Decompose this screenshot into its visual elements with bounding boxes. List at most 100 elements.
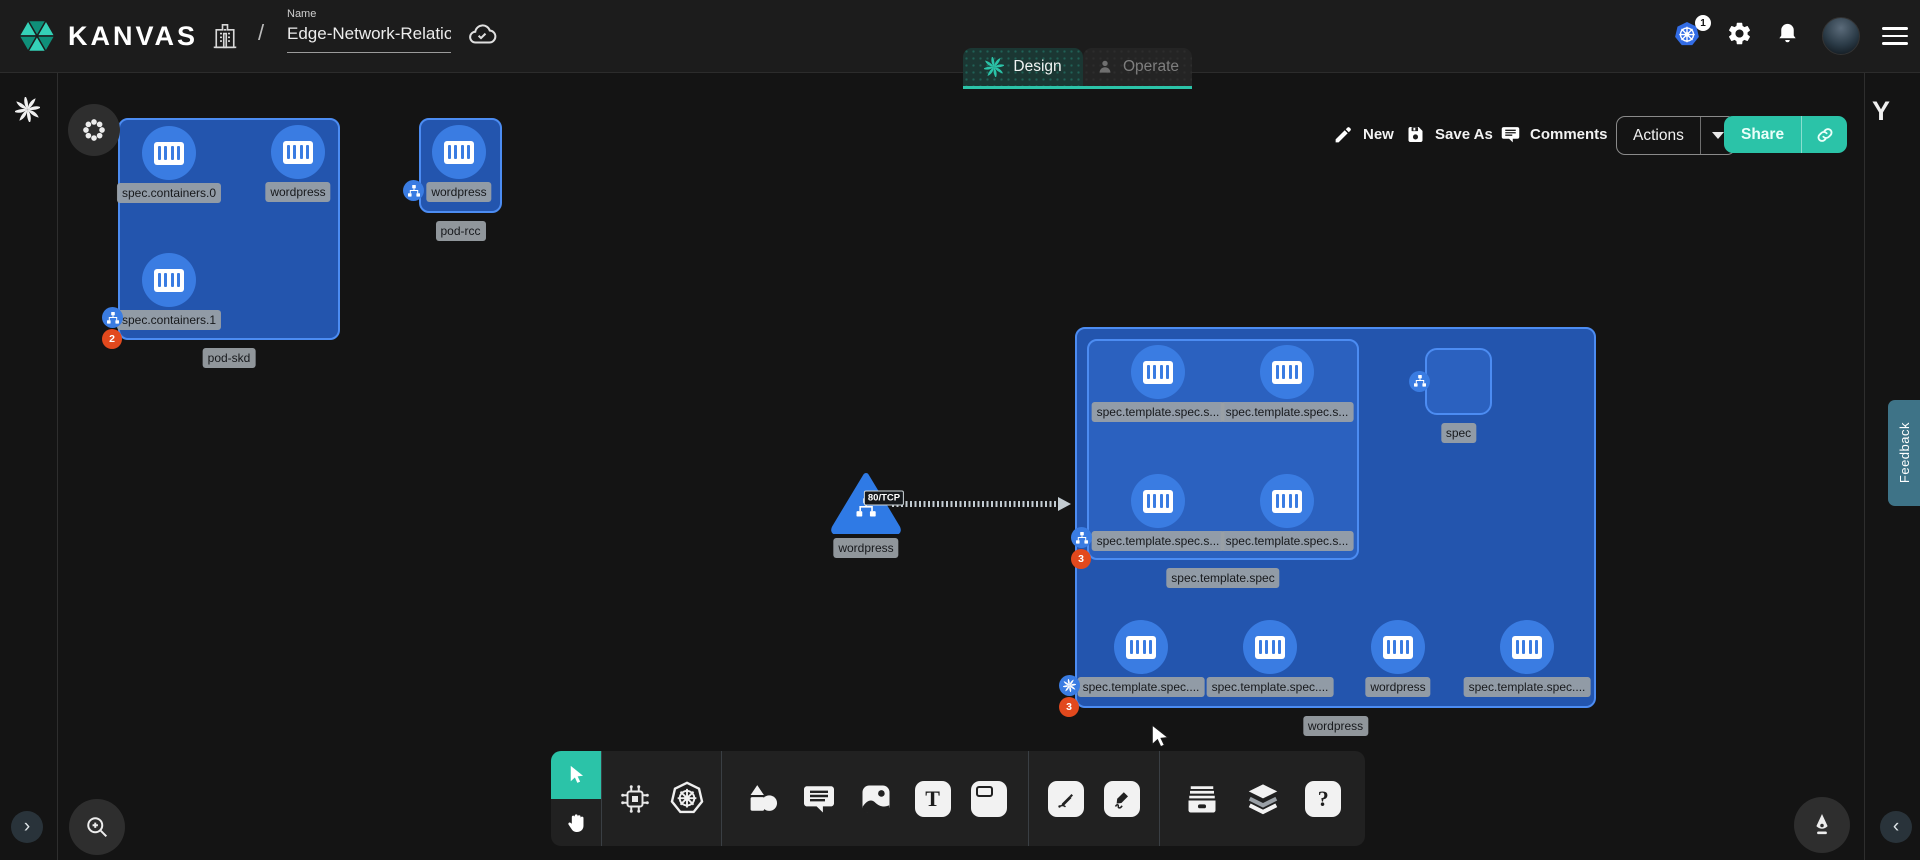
node-label: spec [1441,423,1476,443]
comment-bubble-icon [801,781,837,817]
cloud-saved-icon [466,20,498,55]
frame-tool[interactable] [971,781,1007,817]
node-label: wordpress [833,538,898,558]
container-icon [154,269,184,292]
chevron-left-icon: ‹ [1893,816,1899,838]
container-icon [1143,361,1173,384]
collapse-count-badge[interactable]: 3 [1059,697,1079,717]
tab-operate[interactable]: Operate [1083,48,1192,86]
settings-gear-icon[interactable] [1726,20,1753,52]
link-icon [1815,125,1835,145]
pan-tool[interactable] [551,799,601,847]
hand-icon [564,810,589,835]
comments-label: Comments [1530,126,1608,143]
group-label: spec.template.spec [1166,568,1279,588]
group-kind-icon [102,307,123,328]
node-label: wordpress [426,182,491,202]
comment-tool[interactable] [801,781,837,817]
chip-icon [617,781,653,817]
node-spec-template-5[interactable] [1114,620,1168,674]
pen-tool[interactable] [1048,781,1084,817]
freehand-tool[interactable] [1104,781,1140,817]
select-tool[interactable] [551,751,601,799]
group-label: wordpress [1303,716,1368,736]
tabs-active-underline [963,86,1192,89]
components-tool[interactable] [617,781,653,817]
breadcrumb-separator: / [258,20,264,46]
organization-building-icon[interactable] [210,20,240,57]
feedback-tab[interactable]: Feedback [1888,400,1920,506]
group-kind-icon [1059,675,1080,696]
image-tool[interactable] [858,781,894,817]
collapse-count-badge[interactable]: 3 [1071,549,1091,569]
node-wordpress-service[interactable] [831,472,901,539]
collapse-count-badge[interactable]: 2 [102,329,122,349]
shapes-tool[interactable] [743,780,781,818]
collapse-right-panel-button[interactable]: ‹ [1880,811,1912,843]
node-spec-template-3[interactable] [1131,474,1185,528]
node-label: spec.containers.1 [117,310,221,330]
node-label: spec.template.spec.... [1464,677,1591,697]
save-as-button[interactable]: Save As [1405,124,1493,145]
node-label: spec.template.spec.s... [1221,402,1354,422]
menu-hamburger-icon[interactable] [1882,27,1908,45]
image-icon [858,781,894,817]
chevron-right-icon: › [24,816,30,838]
node-spec-template-7[interactable] [1500,620,1554,674]
question-mark-icon: ? [1305,781,1341,817]
shapes-icon [743,780,781,818]
node-spec-template-2[interactable] [1260,345,1314,399]
copy-link-button[interactable] [1801,116,1847,153]
container-icon [1383,636,1413,659]
layers-icon [1244,780,1282,818]
node-wordpress-pod[interactable] [1371,620,1425,674]
expand-left-panel-button[interactable]: › [11,811,43,843]
design-name-label: Name [287,8,457,20]
kubernetes-tool[interactable] [668,780,706,818]
node-spec[interactable] [1425,348,1492,415]
frame-icon [971,781,1007,817]
node-label: spec.template.spec.s... [1221,531,1354,551]
zoom-button[interactable] [69,799,125,855]
new-button[interactable]: New [1333,124,1394,145]
edge-arrowhead-icon [1058,497,1071,511]
floppy-save-icon [1405,124,1426,145]
container-icon [1143,490,1173,513]
cursor-arrow-icon [565,763,588,786]
node-label: spec.containers.0 [117,183,221,203]
node-spec-template-1[interactable] [1131,345,1185,399]
layers-tool[interactable] [1244,780,1282,818]
text-tool[interactable]: T [915,781,951,817]
user-avatar[interactable] [1822,17,1860,55]
group-spec-template-spec[interactable] [1087,339,1359,560]
node-spec-containers-1[interactable] [142,253,196,307]
comment-icon [1500,124,1521,145]
edge-port-label: 80/TCP [864,491,904,506]
design-name-input[interactable] [287,22,451,53]
comments-button[interactable]: Comments [1500,124,1608,145]
group-label: pod-skd [203,348,256,368]
kubernetes-context-button[interactable]: 1 [1672,20,1704,52]
design-ink-button[interactable] [1794,797,1850,853]
tab-design-label: Design [1013,58,1061,76]
new-label: New [1363,126,1394,143]
group-kind-icon [403,180,424,201]
notifications-bell-icon[interactable] [1775,21,1800,51]
container-icon [1272,490,1302,513]
pencil-icon [1333,124,1354,145]
drawer-tool[interactable] [1184,781,1220,817]
tab-design[interactable]: Design [963,48,1083,86]
context-count-badge: 1 [1695,15,1711,31]
container-icon [1272,361,1302,384]
node-label: spec.template.spec.... [1207,677,1334,697]
help-tool[interactable]: ? [1305,781,1341,817]
kanvas-logo[interactable]: KANVAS [16,15,198,57]
edge-wordpress-service[interactable] [892,501,1060,507]
operator-person-icon [1096,58,1114,76]
node-spec-template-4[interactable] [1260,474,1314,528]
share-split-button[interactable]: Share [1724,116,1847,153]
actions-split-button[interactable]: Actions [1616,116,1736,155]
text-T-icon: T [915,781,951,817]
save-as-label: Save As [1435,126,1493,143]
node-spec-template-6[interactable] [1243,620,1297,674]
